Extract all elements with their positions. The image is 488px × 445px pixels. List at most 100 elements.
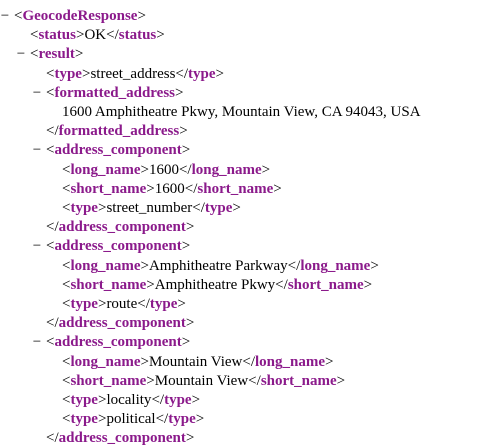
- open-bracket: </: [137, 296, 150, 312]
- open-bracket: </: [155, 411, 169, 428]
- close-bracket: >: [185, 315, 195, 332]
- open-bracket: </: [46, 123, 59, 140]
- close-bracket: >: [140, 257, 149, 274]
- element-name: formatted_address: [58, 123, 180, 140]
- element-name: short_name: [70, 372, 147, 389]
- close-bracket: >: [177, 296, 186, 312]
- close-bracket: >: [325, 353, 334, 370]
- close-bracket: >: [146, 276, 155, 293]
- element-name: type: [70, 411, 98, 428]
- element-name: status: [38, 27, 76, 44]
- collapse-toggle-icon[interactable]: −: [30, 237, 44, 256]
- open-bracket: </: [46, 219, 59, 236]
- close-bracket: >: [232, 200, 241, 216]
- xml-node: <type>route</type>: [62, 295, 186, 314]
- element-name: long_name: [70, 257, 141, 274]
- close-bracket: >: [146, 372, 155, 389]
- element-value: political: [106, 411, 156, 428]
- element-value: street_number: [106, 200, 193, 216]
- element-value: route: [106, 296, 138, 312]
- element-name: short_name: [70, 276, 147, 293]
- close-bracket: >: [181, 334, 191, 351]
- element-name: address_component: [54, 334, 182, 351]
- close-bracket: >: [179, 123, 188, 140]
- xml-node: <short_name>Amphitheatre Pkwy</short_nam…: [62, 276, 372, 295]
- close-bracket: >: [185, 430, 195, 445]
- open-bracket: </: [178, 161, 192, 178]
- close-bracket: >: [74, 46, 84, 63]
- element-name: address_component: [58, 315, 186, 332]
- xml-node: </address_component>: [46, 429, 194, 445]
- close-bracket: >: [181, 238, 191, 255]
- open-bracket: </: [184, 180, 198, 197]
- element-name: address_component: [58, 219, 186, 236]
- element-value: Mountain View: [148, 353, 243, 370]
- xml-node: <address_component>: [46, 333, 190, 352]
- element-value: 1600: [154, 180, 185, 197]
- element-value: Amphitheatre Pkwy: [154, 276, 276, 293]
- close-bracket: >: [185, 219, 195, 236]
- element-name: address_component: [58, 430, 186, 445]
- element-name: address_component: [54, 238, 182, 255]
- open-bracket: </: [46, 430, 59, 445]
- collapse-toggle-icon[interactable]: −: [30, 84, 44, 103]
- open-bracket: </: [192, 200, 205, 216]
- element-name: result: [38, 46, 75, 63]
- xml-node: <short_name>1600</short_name>: [62, 180, 282, 199]
- open-bracket: </: [46, 315, 59, 332]
- xml-node: <long_name>1600</long_name>: [62, 161, 270, 180]
- element-name: type: [188, 65, 216, 82]
- element-name: status: [118, 27, 157, 44]
- close-bracket: >: [140, 161, 149, 178]
- element-name: GeocodeResponse: [22, 8, 138, 24]
- element-name: long_name: [300, 257, 371, 274]
- xml-node: </address_component>: [46, 314, 194, 333]
- xml-node: <long_name>Mountain View</long_name>: [62, 353, 333, 372]
- text-node: 1600 Amphitheatre Pkwy, Mountain View, C…: [62, 104, 421, 120]
- element-name: type: [164, 392, 192, 408]
- collapse-toggle-icon[interactable]: −: [0, 7, 12, 26]
- xml-node: <GeocodeResponse>: [14, 7, 146, 26]
- open-bracket: </: [242, 353, 255, 370]
- element-name: type: [204, 200, 233, 216]
- close-bracket: >: [140, 353, 149, 370]
- close-bracket: >: [261, 161, 271, 178]
- collapse-toggle-icon[interactable]: −: [30, 333, 44, 352]
- close-bracket: >: [191, 392, 201, 408]
- element-name: long_name: [70, 353, 141, 370]
- element-name: short_name: [260, 372, 337, 389]
- element-value: locality: [106, 392, 152, 408]
- element-name: short_name: [287, 276, 364, 293]
- element-value: street_address: [90, 65, 176, 82]
- xml-node: <address_component>: [46, 237, 190, 256]
- close-bracket: >: [181, 142, 191, 159]
- xml-node: <short_name>Mountain View</short_name>: [62, 372, 345, 391]
- element-value: OK: [84, 27, 107, 44]
- collapse-toggle-icon[interactable]: −: [14, 45, 28, 64]
- xml-node: <formatted_address>: [46, 84, 183, 103]
- close-bracket: >: [195, 411, 205, 428]
- close-bracket: >: [363, 276, 373, 293]
- close-bracket: >: [175, 84, 184, 101]
- collapse-toggle-icon[interactable]: −: [30, 141, 44, 160]
- element-name: type: [70, 392, 98, 408]
- element-value: Amphitheatre Parkway: [148, 257, 288, 274]
- open-bracket: </: [175, 65, 189, 82]
- element-name: long_name: [70, 161, 141, 178]
- close-bracket: >: [336, 372, 346, 389]
- close-bracket: >: [370, 257, 379, 274]
- xml-node: <result>: [30, 45, 83, 64]
- element-name: long_name: [191, 161, 262, 178]
- element-name: type: [149, 296, 178, 312]
- open-bracket: </: [106, 27, 119, 44]
- close-bracket: >: [215, 65, 225, 82]
- xml-node: <status>OK</status>: [30, 26, 165, 45]
- element-name: type: [70, 296, 98, 312]
- xml-node: 1600 Amphitheatre Pkwy, Mountain View, C…: [62, 103, 421, 122]
- xml-tree-viewer: − <GeocodeResponse> <status>OK</status> − <r…: [0, 0, 488, 445]
- element-name: short_name: [70, 180, 147, 197]
- xml-node: <type>locality</type>: [62, 391, 200, 410]
- element-name: type: [168, 411, 196, 428]
- element-value: 1600: [148, 161, 179, 178]
- xml-node: <type>street_number</type>: [62, 199, 241, 218]
